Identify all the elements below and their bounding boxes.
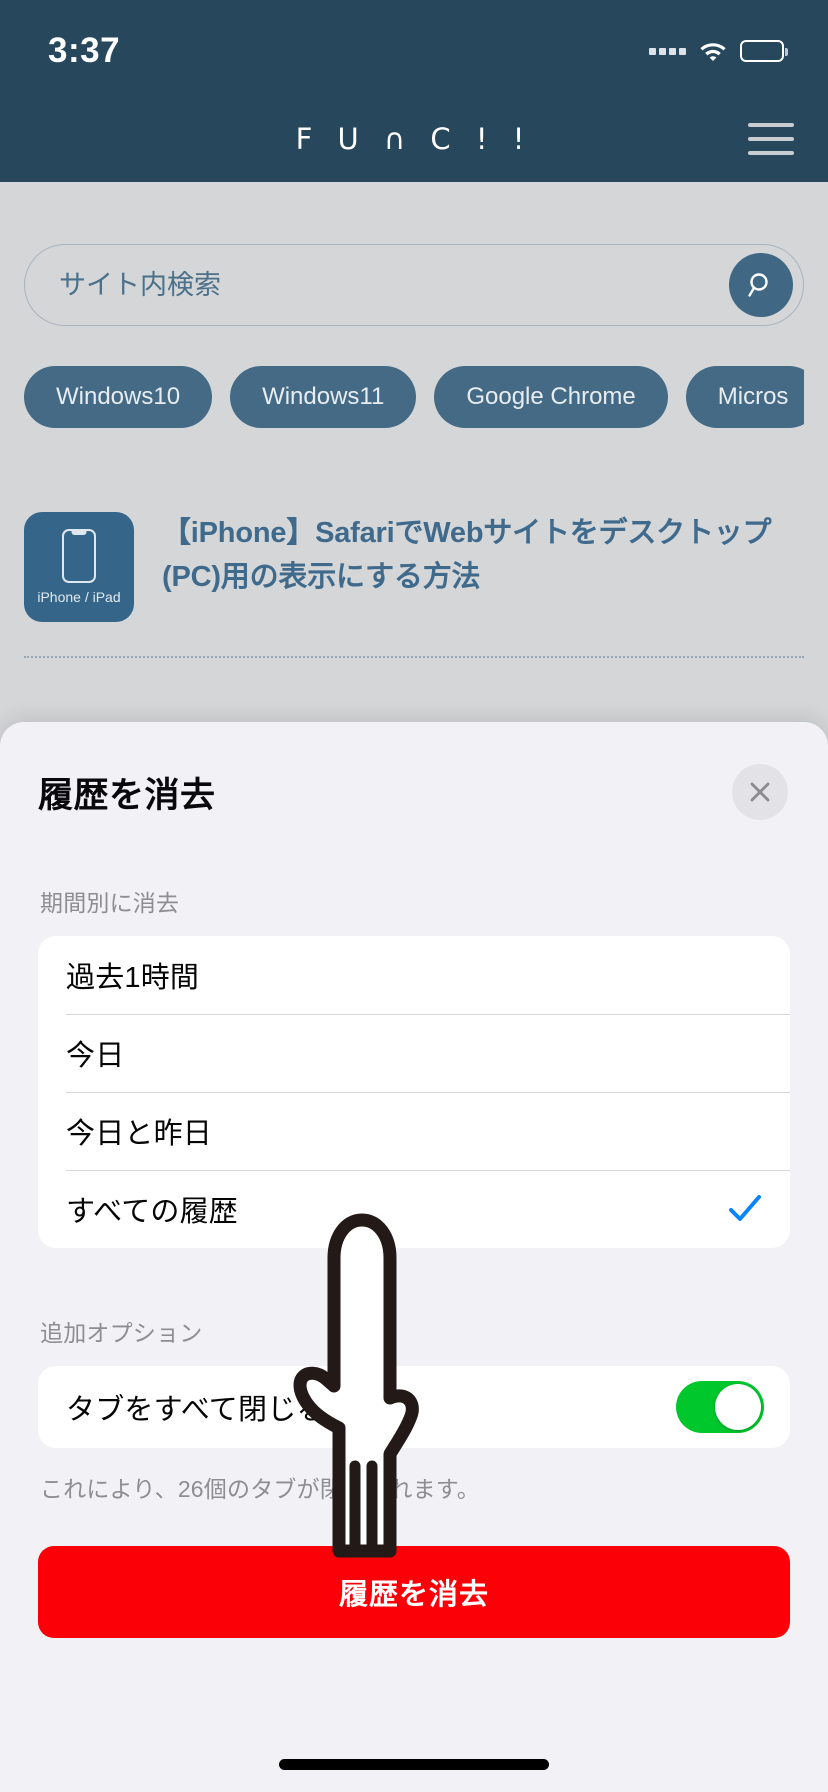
site-logo[interactable]: F U ∩ C ! ! (296, 122, 533, 156)
wifi-icon (698, 40, 728, 62)
close-tabs-helper-text: これにより、26個のタブが閉じられます。 (40, 1476, 480, 1502)
tag-list: Windows10 Windows11 Google Chrome Micros (24, 366, 804, 428)
toggle-knob (715, 1384, 761, 1430)
article-list-item[interactable]: iPhone / iPad 【iPhone】SafariでWebサイトをデスクト… (24, 512, 804, 622)
status-bar: 3:37 (0, 0, 828, 96)
article-thumbnail: iPhone / iPad (24, 512, 134, 622)
close-button[interactable] (732, 764, 788, 820)
sheet-header: 履歴を消去 (0, 722, 828, 820)
close-all-tabs-row[interactable]: タブをすべて閉じる (38, 1366, 790, 1448)
period-option-all-history[interactable]: すべての履歴 (38, 1170, 790, 1248)
period-option-last-hour[interactable]: 過去1時間 (38, 936, 790, 1014)
close-icon (750, 782, 770, 802)
article-divider (24, 656, 804, 658)
close-all-tabs-label: タブをすべて閉じる (66, 1394, 326, 1426)
status-bar-indicators (649, 40, 788, 62)
hamburger-menu-icon[interactable] (748, 123, 794, 155)
signal-dots-icon (649, 47, 686, 55)
checkmark-icon (729, 1195, 761, 1221)
period-option-label: 過去1時間 (66, 962, 200, 994)
period-option-today[interactable]: 今日 (38, 1014, 790, 1092)
sheet-title: 履歴を消去 (38, 775, 216, 815)
iphone-icon (62, 529, 96, 583)
battery-full-icon (740, 40, 788, 62)
site-header: F U ∩ C ! ! (0, 96, 828, 182)
period-options-card: 過去1時間 今日 今日と昨日 すべての履歴 (38, 936, 790, 1248)
tag-chip[interactable]: Windows11 (230, 366, 417, 428)
period-option-label: 今日と昨日 (66, 1118, 213, 1150)
options-section-label: 追加オプション (40, 1320, 203, 1346)
period-option-label: すべての履歴 (66, 1196, 239, 1228)
status-bar-time: 3:37 (48, 31, 121, 70)
clear-history-sheet: 履歴を消去 期間別に消去 過去1時間 今日 今日と昨日 すべての履歴 追加オプシ… (0, 722, 828, 1792)
home-indicator (279, 1759, 549, 1770)
close-all-tabs-toggle[interactable] (676, 1381, 764, 1433)
period-option-label: 今日 (66, 1040, 125, 1072)
period-section-label: 期間別に消去 (40, 890, 180, 916)
tag-chip[interactable]: Google Chrome (434, 366, 668, 428)
search-bar[interactable] (24, 244, 804, 326)
article-thumbnail-label: iPhone / iPad (37, 589, 121, 605)
search-input[interactable] (59, 269, 729, 301)
tag-chip[interactable]: Micros (685, 366, 804, 428)
additional-options-card: タブをすべて閉じる (38, 1366, 790, 1448)
clear-history-confirm-button[interactable]: 履歴を消去 (38, 1546, 790, 1638)
tag-chip[interactable]: Windows10 (24, 366, 213, 428)
search-submit-button[interactable] (729, 253, 793, 317)
article-title[interactable]: 【iPhone】SafariでWebサイトをデスクトップ(PC)用の表示にする方… (162, 512, 804, 599)
search-icon (748, 273, 768, 297)
period-option-today-and-yesterday[interactable]: 今日と昨日 (38, 1092, 790, 1170)
